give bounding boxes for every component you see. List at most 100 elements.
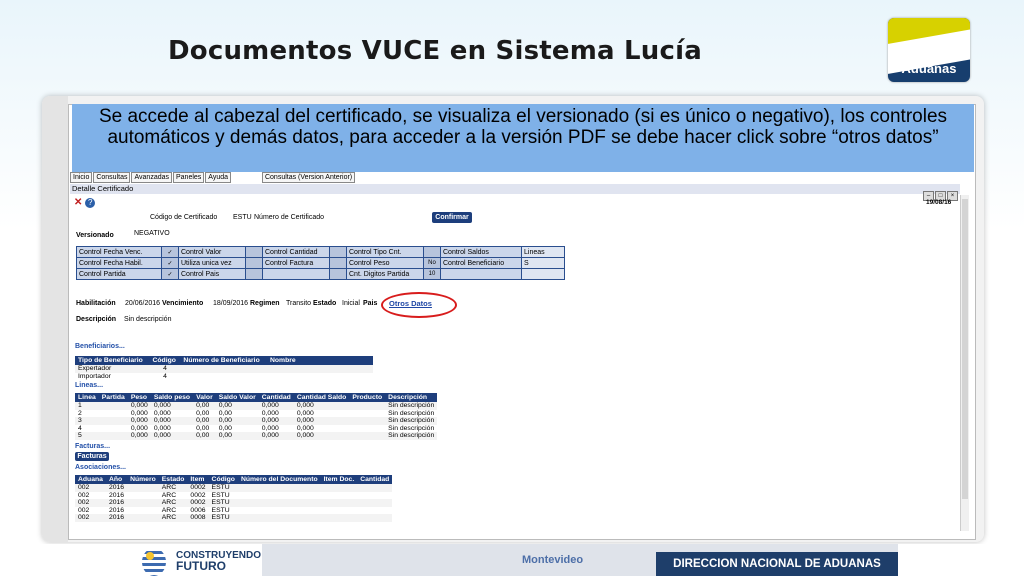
table-cell: 0,00 [215, 432, 259, 440]
menu-consultas[interactable]: Consultas [93, 172, 131, 183]
table-cell: 5 [75, 432, 99, 440]
lineas-title[interactable]: Lineas... [75, 382, 103, 389]
table-cell: 0,000 [296, 424, 314, 432]
table-cell: 002 [75, 484, 106, 492]
control-checkbox[interactable]: ✓ [161, 257, 179, 269]
numero-label: Número de Certificado [254, 214, 325, 221]
table-cell [357, 499, 393, 507]
table-cell: 002 [75, 514, 106, 522]
control-checkbox[interactable] [245, 246, 263, 258]
table-cell: 0,00 [193, 432, 216, 440]
table-cell: ARC [158, 484, 188, 492]
control-label: Cnt. Digitos Partida [346, 268, 424, 280]
descripcion-label: Descripción [76, 316, 117, 323]
scrollbar-thumb[interactable] [962, 199, 968, 499]
table-cell: 0,000 [150, 402, 194, 410]
control-label: Control Cantidad [262, 246, 330, 258]
menu-paneles[interactable]: Paneles [173, 172, 205, 183]
control-label: Control Beneficiario [440, 257, 522, 269]
control-label: Control Peso [346, 257, 424, 269]
vertical-scrollbar[interactable] [960, 195, 969, 531]
table-cell: Sin descripción [385, 417, 438, 425]
table-cell: ARC [161, 491, 177, 499]
table-row: 002 2016 ARC 0006 ESTU [75, 507, 392, 515]
regimen-label: Regimen [250, 300, 280, 307]
table-cell: 0,000 [153, 424, 171, 432]
estado-label: Estado [313, 300, 337, 307]
frame-edge [42, 96, 68, 542]
column-header: Número de Beneficiario [180, 356, 267, 365]
brand-line2: FUTURO [176, 559, 226, 573]
regimen-value: Transito [286, 300, 312, 307]
table-cell: 2016 [108, 506, 125, 514]
slide-caption: Se accede al cabezal del certificado, se… [72, 104, 974, 172]
control-checkbox[interactable]: No [423, 257, 441, 269]
table-cell: ESTU [208, 499, 238, 507]
table-cell [349, 432, 386, 440]
table-cell: 2016 [105, 499, 128, 507]
table-cell: ARC [158, 514, 188, 522]
control-checkbox[interactable]: ✓ [161, 246, 179, 258]
table-cell: 0002 [190, 491, 206, 499]
table-cell: 2016 [105, 514, 128, 522]
control-checkbox[interactable] [329, 246, 347, 258]
table-cell: ARC [158, 499, 188, 507]
table-row: 002 2016 ARC 0002 ESTU [75, 484, 393, 492]
control-label: Control Fecha Habil. [76, 257, 162, 269]
facturas-button[interactable]: Facturas [75, 452, 109, 461]
control-checkbox[interactable] [245, 268, 263, 280]
table-cell: 0006 [190, 506, 206, 514]
table-cell: 0002 [187, 499, 209, 507]
menu-ayuda[interactable]: Ayuda [205, 172, 232, 183]
facturas-title[interactable]: Facturas... [75, 443, 110, 450]
logo-text: Aduanas [901, 61, 957, 76]
table-cell: 0,00 [193, 417, 216, 425]
table-cell [320, 484, 358, 492]
control-checkbox[interactable] [329, 257, 347, 269]
control-value: Lineas [521, 246, 565, 258]
table-cell: ESTU [208, 484, 238, 492]
table-cell [180, 365, 267, 373]
pais-label: Pais [363, 300, 378, 307]
control-value [521, 268, 565, 280]
menu-avanzadas[interactable]: Avanzadas [131, 172, 172, 183]
table-row: 002 2016 ARC 0002 ESTU [75, 492, 392, 500]
control-label: Control Partida [76, 268, 162, 280]
table-row: 4 0,000 0,000 0,00 0,00 0,000 0,000 Sin descrip… [75, 425, 437, 433]
table-cell: 0,00 [215, 417, 259, 425]
help-icon[interactable]: ? [85, 198, 96, 208]
table-cell [99, 425, 128, 433]
confirm-button[interactable]: Confirmar [432, 212, 472, 223]
table-cell: Sin descripción [385, 402, 438, 410]
control-checkbox[interactable]: 10 [423, 268, 441, 280]
control-checkbox[interactable] [329, 268, 347, 280]
table-cell [349, 417, 386, 425]
table-cell: 002 [78, 491, 90, 499]
control-checkbox[interactable] [423, 246, 441, 258]
table-cell: 0,000 [258, 402, 294, 410]
table-cell: 0,00 [218, 424, 232, 432]
table-cell: 3 [75, 417, 99, 425]
table-cell: 0,000 [150, 432, 194, 440]
control-checkbox[interactable] [245, 257, 263, 269]
control-label: Control Tipo Cnt. [346, 246, 424, 258]
table-cell [349, 410, 385, 418]
menu-inicio[interactable]: Inicio [70, 172, 93, 183]
control-checkbox[interactable]: ✓ [161, 268, 179, 280]
table-row: 002 2016 ARC 0002 ESTU [75, 499, 393, 507]
table-row: 5 0,000 0,000 0,00 0,00 0,000 0,000 Sin descrip… [75, 432, 438, 440]
column-header: Número del Documento [237, 475, 321, 484]
table-cell [99, 410, 128, 418]
codigo-value[interactable]: ESTU [233, 214, 252, 221]
asociaciones-title[interactable]: Asociaciones... [75, 464, 126, 471]
table-cell: 0,00 [196, 409, 210, 417]
footer-brand: CONSTRUYENDO FUTURO [176, 550, 261, 572]
table-cell [180, 373, 267, 381]
menu-consultas-anterior[interactable]: Consultas (Version Anterior) [261, 172, 356, 183]
column-header: Cantidad Saldo [293, 393, 350, 402]
control-value: S [521, 257, 565, 269]
table-cell: ESTU [211, 506, 230, 514]
exit-icon[interactable]: ✕ [74, 197, 82, 208]
table-cell: 002 [78, 506, 90, 514]
beneficiarios-title[interactable]: Beneficiarios... [75, 343, 125, 350]
